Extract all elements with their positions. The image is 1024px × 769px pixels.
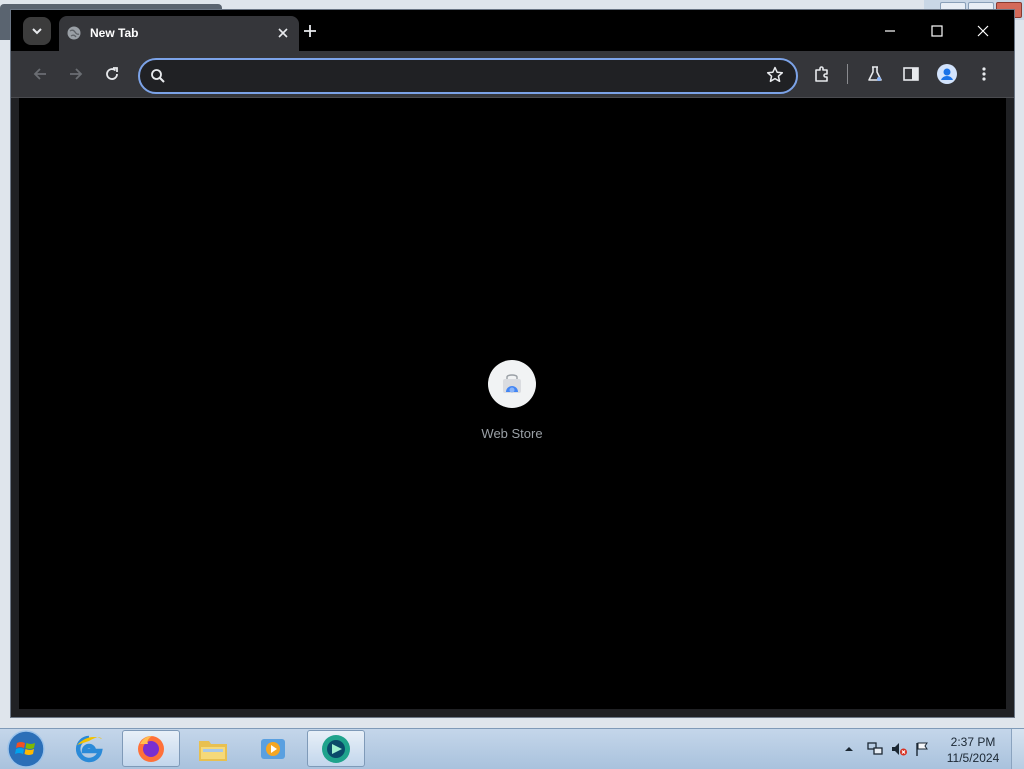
chevron-down-icon [32,28,42,35]
folder-icon [199,740,227,761]
avatar-icon [937,64,957,84]
taskbar-firefox[interactable] [122,730,180,767]
minimize-icon [885,30,895,32]
profile-button[interactable] [935,62,959,86]
reload-button[interactable] [100,62,124,86]
show-hidden-icons-icon[interactable] [844,744,854,754]
network-icon[interactable] [866,741,884,757]
close-icon [977,25,989,37]
taskbar-browser[interactable] [307,730,365,767]
start-button[interactable] [4,729,48,769]
new-tab-page: Web Store [19,98,1006,709]
maximize-button[interactable] [925,19,949,43]
globe-icon [67,26,81,40]
reload-icon [106,67,118,80]
arrow-left-icon [33,68,46,80]
address-input[interactable] [176,64,760,88]
address-bar[interactable] [138,58,798,94]
flask-icon [868,66,882,81]
star-icon[interactable] [766,66,784,84]
tab-search-button[interactable] [23,17,51,45]
shortcut-label: Web Store [481,426,543,441]
ie-icon [75,735,103,762]
taskbar-file-explorer[interactable] [184,730,242,767]
volume-muted-icon[interactable] [890,741,908,757]
maximize-icon [931,25,943,37]
clock-date: 11/5/2024 [946,751,1000,765]
taskbar-internet-explorer[interactable] [60,730,118,767]
menu-button[interactable] [972,62,996,86]
show-desktop-button[interactable] [1011,729,1024,769]
plus-icon [304,25,316,37]
clock-time: 2:37 PM [950,735,996,749]
toolbar [11,51,1014,98]
tab-new-tab[interactable]: New Tab [59,16,299,51]
back-button[interactable] [28,62,52,86]
extensions-button[interactable] [810,62,834,86]
system-tray [844,729,930,769]
action-center-flag-icon[interactable] [914,741,930,757]
web-store-icon [503,374,521,393]
forward-button[interactable] [64,62,88,86]
shortcut-icon-circle [488,360,536,408]
tab-close-button[interactable] [275,25,291,41]
kebab-menu-icon [982,67,986,81]
taskbar: 2:37 PM 11/5/2024 [0,728,1024,769]
media-player-icon [261,738,285,759]
browser-icon [322,734,350,763]
toolbar-divider [847,64,848,84]
labs-button[interactable] [863,62,887,86]
browser-window: New Tab Web Store [11,10,1014,717]
window-close-button[interactable] [971,19,995,43]
shortcut-web-store[interactable]: Web Store [472,360,552,441]
puzzle-icon [815,66,828,82]
side-panel-icon [903,67,919,81]
tab-strip: New Tab [11,10,1014,51]
close-icon [278,28,288,38]
tab-title: New Tab [90,26,139,40]
minimize-button[interactable] [878,19,902,43]
firefox-icon [138,735,164,762]
taskbar-media-player[interactable] [244,730,302,767]
arrow-right-icon [70,68,83,80]
clock[interactable]: 2:37 PM 11/5/2024 [938,734,1008,766]
search-icon [151,69,165,83]
side-panel-button[interactable] [899,62,923,86]
windows-logo-icon [7,730,45,768]
new-tab-button[interactable] [300,21,320,41]
